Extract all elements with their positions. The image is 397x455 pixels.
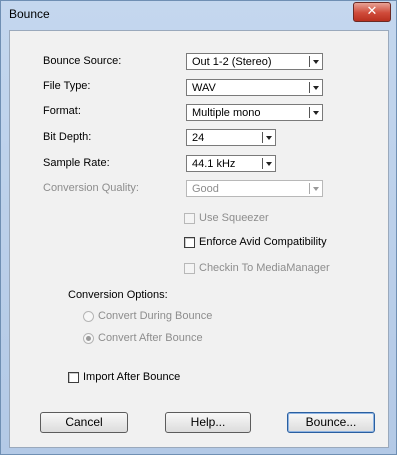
conversion-quality-dropdown[interactable]: Good	[186, 180, 323, 197]
format-value: Multiple mono	[192, 107, 261, 119]
import-after-bounce-label: Import After Bounce	[83, 371, 181, 383]
convert-during-bounce-label: Convert During Bounce	[98, 310, 213, 322]
import-after-bounce-checkbox[interactable]	[68, 372, 79, 383]
bounce-source-value: Out 1-2 (Stereo)	[192, 56, 272, 68]
close-icon: ✕	[366, 4, 378, 19]
title-bar[interactable]: Bounce ✕	[1, 1, 396, 29]
radio-selected-dot	[86, 336, 91, 341]
use-squeezer-label: Use Squeezer	[199, 212, 269, 224]
sample-rate-value: 44.1 kHz	[192, 158, 236, 170]
dropdown-separator	[309, 107, 310, 118]
dialog-body: Bounce Source: Out 1-2 (Stereo) File Typ…	[9, 30, 389, 448]
conversion-options-label: Conversion Options:	[68, 289, 168, 301]
help-button[interactable]: Help...	[165, 412, 251, 433]
dropdown-separator	[309, 56, 310, 67]
format-dropdown[interactable]: Multiple mono	[186, 104, 323, 121]
cancel-button-label: Cancel	[65, 415, 103, 429]
chevron-down-icon	[313, 60, 319, 64]
dropdown-separator	[309, 183, 310, 194]
convert-after-bounce-label: Convert After Bounce	[98, 332, 203, 344]
sample-rate-dropdown[interactable]: 44.1 kHz	[186, 155, 276, 172]
checkin-mediamanager-checkbox[interactable]	[184, 263, 195, 274]
enforce-avid-compatibility-checkbox[interactable]	[184, 237, 195, 248]
bit-depth-dropdown[interactable]: 24	[186, 129, 276, 146]
file-type-label: File Type:	[43, 80, 91, 92]
bounce-source-dropdown[interactable]: Out 1-2 (Stereo)	[186, 53, 323, 70]
checkin-mediamanager-label: Checkin To MediaManager	[199, 262, 330, 274]
conversion-quality-value: Good	[192, 183, 219, 195]
chevron-down-icon	[266, 136, 272, 140]
dropdown-separator	[262, 158, 263, 169]
bounce-dialog: Bounce ✕ Bounce Source: Out 1-2 (Stereo)…	[0, 0, 397, 455]
conversion-quality-label: Conversion Quality:	[43, 182, 139, 194]
use-squeezer-checkbox[interactable]	[184, 213, 195, 224]
convert-after-bounce-radio[interactable]	[83, 333, 94, 344]
dropdown-separator	[262, 132, 263, 143]
help-button-label: Help...	[190, 415, 226, 429]
bit-depth-value: 24	[192, 132, 205, 144]
enforce-avid-compatibility-label: Enforce Avid Compatibility	[199, 236, 327, 248]
bit-depth-label: Bit Depth:	[43, 131, 92, 143]
bounce-source-label: Bounce Source:	[43, 55, 122, 67]
sample-rate-label: Sample Rate:	[43, 157, 110, 169]
file-type-value: WAV	[192, 82, 216, 94]
bounce-button[interactable]: Bounce...	[287, 412, 375, 433]
chevron-down-icon	[313, 187, 319, 191]
chevron-down-icon	[266, 162, 272, 166]
bounce-button-label: Bounce...	[305, 415, 357, 429]
convert-during-bounce-radio[interactable]	[83, 311, 94, 322]
cancel-button[interactable]: Cancel	[40, 412, 128, 433]
dropdown-separator	[309, 82, 310, 93]
format-label: Format:	[43, 105, 81, 117]
close-button[interactable]: ✕	[353, 2, 391, 22]
chevron-down-icon	[313, 86, 319, 90]
window-title: Bounce	[9, 7, 50, 21]
chevron-down-icon	[313, 111, 319, 115]
file-type-dropdown[interactable]: WAV	[186, 79, 323, 96]
